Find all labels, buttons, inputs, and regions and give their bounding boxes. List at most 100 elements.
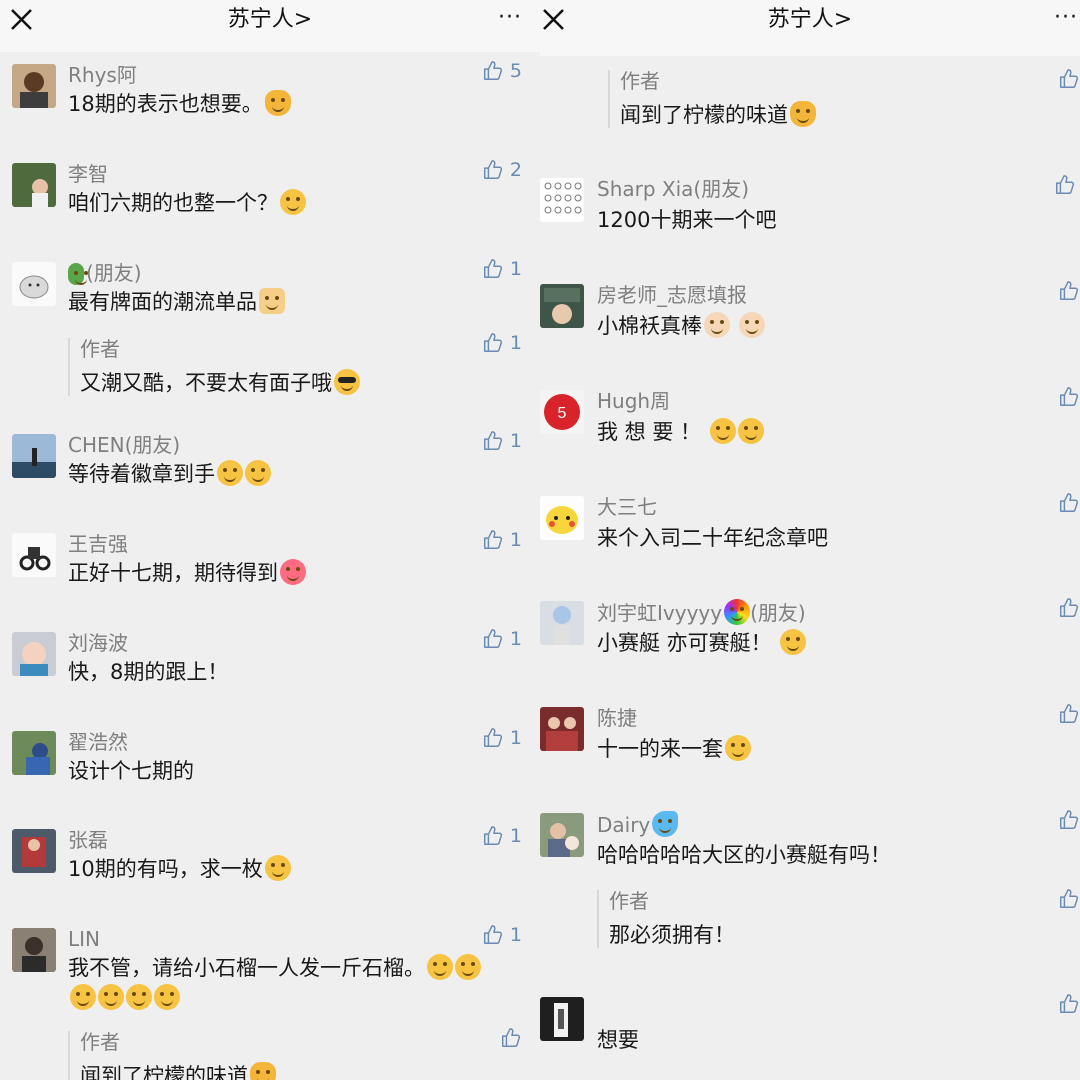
avatar[interactable]: 5 [540, 390, 584, 434]
like-button[interactable]: 1 [482, 529, 522, 551]
comment-author[interactable]: Dairy [597, 813, 650, 837]
right-panel: 苏宁人> ··· 作者 闻到了柠檬的味道 Sharp Xia(朋友) 1200十… [540, 0, 1080, 1080]
comment-text: 最有牌面的潮流单品 [68, 290, 257, 314]
avatar[interactable] [12, 632, 56, 676]
thumbs-up-icon [483, 728, 502, 747]
avatar[interactable] [12, 262, 56, 306]
like-count: 1 [509, 332, 522, 354]
thumbs-up-icon [1060, 994, 1079, 1013]
avatar[interactable] [540, 496, 584, 540]
avatar[interactable] [540, 601, 584, 645]
thumbs-up-icon [1060, 810, 1079, 829]
avatar[interactable] [12, 731, 56, 775]
reply-divider [597, 890, 599, 948]
reply-text: 那必须拥有！ [609, 923, 735, 947]
comment-text: 想要 [597, 1028, 639, 1052]
comment-author[interactable]: CHEN(朋友) [68, 432, 180, 458]
like-button[interactable]: 1 [482, 258, 522, 280]
reply-author[interactable]: 作者 [609, 888, 649, 914]
cat-emoji-icon [790, 101, 816, 127]
avatar[interactable] [540, 178, 584, 222]
smile-emoji-icon [126, 984, 152, 1010]
reply-text: 闻到了柠檬的味道 [620, 103, 788, 127]
thumbs-up-icon [1060, 69, 1079, 88]
dizzy-emoji-icon [245, 460, 271, 486]
avatar[interactable] [540, 707, 584, 751]
avatar[interactable] [12, 533, 56, 577]
more-button[interactable]: ··· [1054, 6, 1078, 30]
comment-author[interactable]: Rhys阿 [68, 62, 137, 88]
comment-author[interactable]: 李智 [68, 161, 108, 187]
comment-author[interactable]: 王吉强 [68, 531, 128, 557]
comment-author[interactable]: Sharp Xia(朋友) [597, 176, 749, 202]
like-button[interactable]: 2 [482, 159, 522, 181]
peace-hand-icon [259, 288, 285, 314]
comment-author[interactable]: (朋友) [86, 261, 142, 285]
comment-author[interactable]: 房老师_志愿填报 [597, 282, 747, 308]
like-count: 1 [509, 825, 522, 847]
friend-tag: (朋友) [750, 601, 806, 625]
like-button[interactable] [1058, 492, 1080, 514]
like-button[interactable]: 5 [482, 60, 522, 82]
avatar[interactable] [12, 928, 56, 972]
like-button[interactable] [1058, 68, 1080, 90]
header: 苏宁人> ··· [0, 0, 540, 52]
like-button[interactable]: 1 [482, 430, 522, 452]
comment-author[interactable]: Hugh周 [597, 388, 670, 414]
comment-author[interactable]: 陈捷 [597, 705, 637, 731]
reply-author[interactable]: 作者 [620, 68, 660, 94]
avatar[interactable] [12, 829, 56, 873]
avatar[interactable] [540, 813, 584, 857]
comment-text: 快，8期的跟上！ [68, 660, 229, 684]
like-button[interactable]: 1 [482, 628, 522, 650]
avatar[interactable] [12, 64, 56, 108]
comment-text: 十一的来一套 [597, 737, 723, 761]
thumbs-up-icon [483, 629, 502, 648]
like-count: 1 [509, 727, 522, 749]
like-button[interactable] [1058, 888, 1080, 910]
like-button[interactable]: 1 [482, 332, 522, 354]
like-button[interactable] [1058, 809, 1080, 831]
comment-author[interactable]: 张磊 [68, 827, 108, 853]
cactus-emoji-icon [68, 263, 87, 285]
thumbs-up-icon [483, 61, 502, 80]
reply-author[interactable]: 作者 [80, 1029, 120, 1055]
cat-emoji-icon [250, 1062, 276, 1080]
reply-divider [68, 1031, 70, 1080]
like-count: 1 [509, 529, 522, 551]
comment-text: 设计个七期的 [68, 759, 194, 783]
like-button[interactable]: 1 [1054, 174, 1080, 196]
page-title[interactable]: 苏宁人> [540, 5, 1080, 35]
avatar[interactable] [12, 163, 56, 207]
comment-text: 1200十期来一个吧 [597, 208, 777, 232]
comment-author[interactable]: LIN [68, 926, 100, 952]
smile-emoji-icon [427, 954, 453, 980]
like-button[interactable]: 1 [482, 727, 522, 749]
reply-author[interactable]: 作者 [80, 336, 120, 362]
like-button[interactable] [1058, 703, 1080, 725]
comment-author[interactable]: 翟浩然 [68, 729, 128, 755]
like-button[interactable] [1058, 386, 1080, 408]
like-button[interactable]: 1 [482, 825, 522, 847]
page-title[interactable]: 苏宁人> [0, 5, 540, 35]
dizzy-emoji-icon [217, 460, 243, 486]
like-button[interactable] [1058, 597, 1080, 619]
avatar[interactable] [12, 434, 56, 478]
thumbs-up-icon [1060, 387, 1079, 406]
comment-text: 我 想 要 ！ [597, 420, 702, 444]
like-button[interactable] [1058, 280, 1080, 302]
more-button[interactable]: ··· [498, 6, 522, 30]
comment-text: 正好十七期，期待得到 [68, 561, 278, 585]
comment-author[interactable]: 刘海波 [68, 630, 128, 656]
avatar[interactable] [540, 997, 584, 1041]
like-button[interactable] [500, 1027, 522, 1049]
grin-emoji-icon [709, 418, 736, 444]
avatar[interactable] [540, 284, 584, 328]
like-button[interactable]: 1 [482, 924, 522, 946]
comment-author[interactable]: 大三七 [597, 494, 657, 520]
comment-author[interactable]: 刘宇虹Ivyyyy [597, 601, 722, 625]
like-button[interactable] [1058, 993, 1080, 1015]
smile-emoji-icon [98, 984, 124, 1010]
thumbs-up-icon [483, 259, 502, 278]
thumbs-up-icon [1060, 889, 1079, 908]
